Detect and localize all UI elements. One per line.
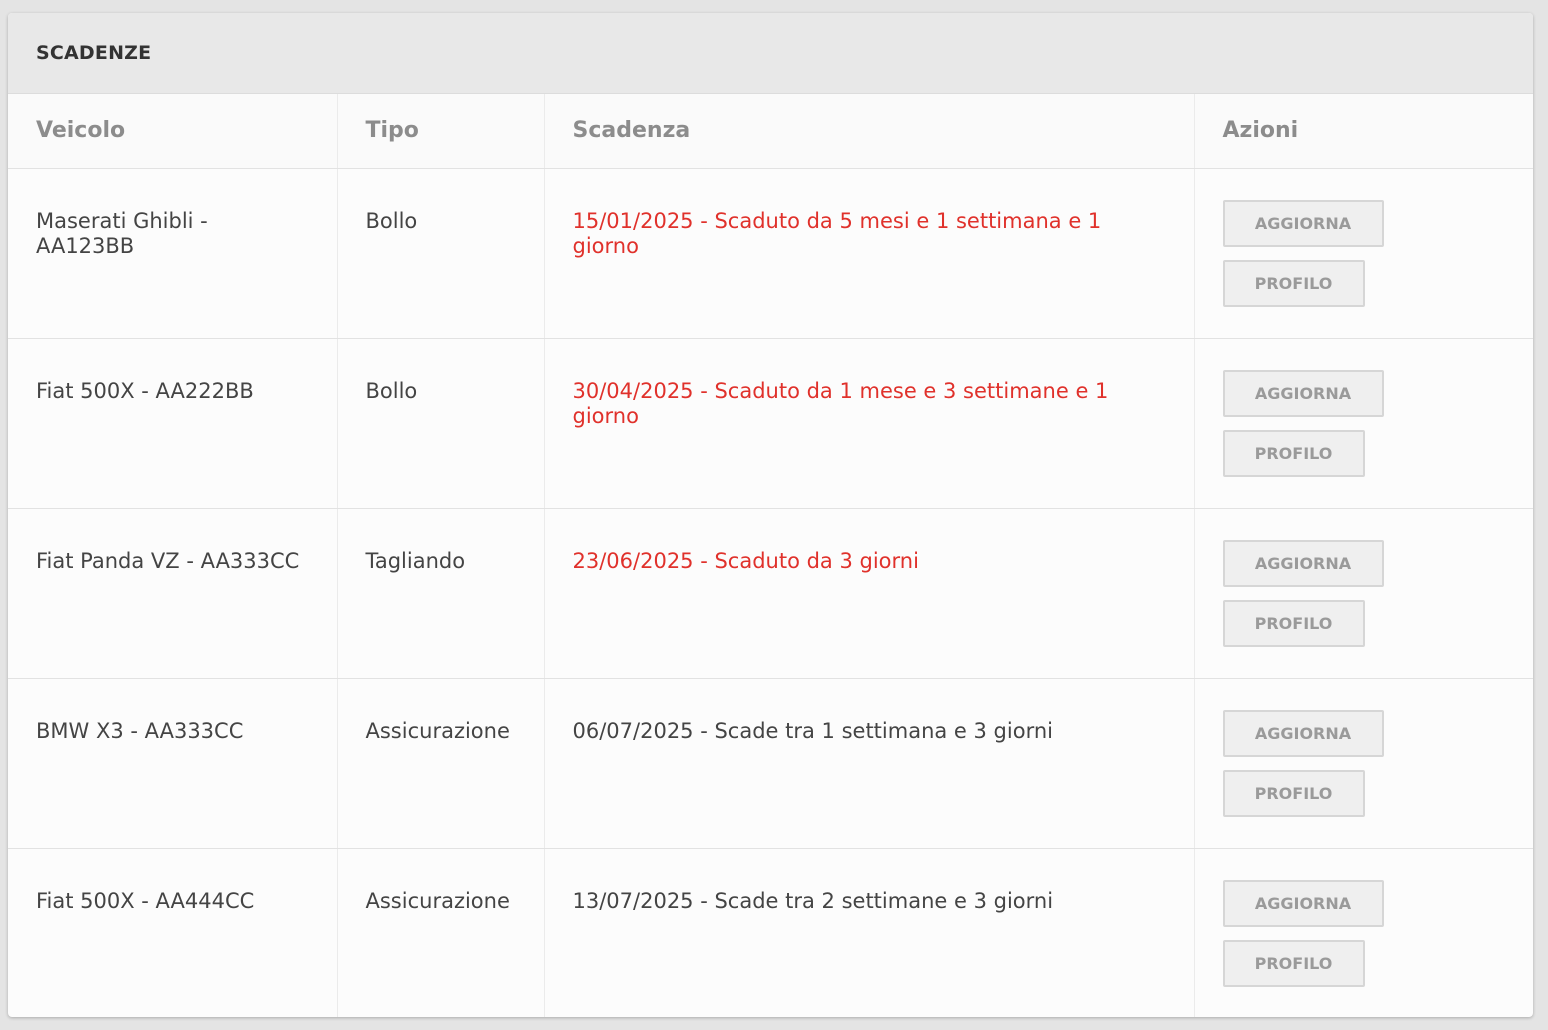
actions-cell: AGGIORNA PROFILO	[1194, 168, 1533, 339]
actions-cell: AGGIORNA PROFILO	[1194, 338, 1533, 509]
table-row: Fiat 500X - AA444CC Assicurazione 13/07/…	[8, 848, 1533, 1017]
vehicle-cell: Fiat 500X - AA444CC	[8, 848, 338, 1017]
update-button[interactable]: AGGIORNA	[1222, 369, 1384, 417]
update-button[interactable]: AGGIORNA	[1222, 879, 1384, 927]
vehicle-cell: Fiat Panda VZ - AA333CC	[8, 508, 338, 679]
profile-button[interactable]: PROFILO	[1222, 939, 1365, 987]
vehicle-cell: Maserati Ghibli - AA123BB	[8, 168, 338, 339]
panel-header: SCADENZE	[8, 13, 1533, 94]
profile-button[interactable]: PROFILO	[1222, 429, 1365, 477]
table-header-row: Veicolo Tipo Scadenza Azioni	[8, 94, 1533, 169]
table-row: BMW X3 - AA333CC Assicurazione 06/07/202…	[8, 678, 1533, 849]
type-cell: Bollo	[337, 168, 545, 339]
deadline-cell: 06/07/2025 - Scade tra 1 settimana e 3 g…	[544, 678, 1195, 849]
type-cell: Tagliando	[337, 508, 545, 679]
update-button[interactable]: AGGIORNA	[1222, 539, 1384, 587]
panel-title: SCADENZE	[36, 42, 152, 64]
deadline-cell: 30/04/2025 - Scaduto da 1 mese e 3 setti…	[544, 338, 1195, 509]
column-header-vehicle: Veicolo	[8, 94, 338, 169]
actions-cell: AGGIORNA PROFILO	[1194, 848, 1533, 1017]
actions-cell: AGGIORNA PROFILO	[1194, 508, 1533, 679]
deadline-cell: 13/07/2025 - Scade tra 2 settimane e 3 g…	[544, 848, 1195, 1017]
type-cell: Assicurazione	[337, 678, 545, 849]
update-button[interactable]: AGGIORNA	[1222, 709, 1384, 757]
vehicle-cell: Fiat 500X - AA222BB	[8, 338, 338, 509]
profile-button[interactable]: PROFILO	[1222, 259, 1365, 307]
profile-button[interactable]: PROFILO	[1222, 599, 1365, 647]
type-cell: Assicurazione	[337, 848, 545, 1017]
profile-button[interactable]: PROFILO	[1222, 769, 1365, 817]
table-row: Fiat Panda VZ - AA333CC Tagliando 23/06/…	[8, 508, 1533, 679]
column-header-actions: Azioni	[1194, 94, 1533, 169]
deadline-cell: 23/06/2025 - Scaduto da 3 giorni	[544, 508, 1195, 679]
vehicle-cell: BMW X3 - AA333CC	[8, 678, 338, 849]
table-row: Fiat 500X - AA222BB Bollo 30/04/2025 - S…	[8, 338, 1533, 509]
column-header-type: Tipo	[337, 94, 545, 169]
update-button[interactable]: AGGIORNA	[1222, 199, 1384, 247]
deadlines-panel: SCADENZE Veicolo Tipo Scadenza Azioni Ma…	[8, 13, 1533, 1017]
type-cell: Bollo	[337, 338, 545, 509]
deadline-cell: 15/01/2025 - Scaduto da 5 mesi e 1 setti…	[544, 168, 1195, 339]
column-header-deadline: Scadenza	[544, 94, 1195, 169]
actions-cell: AGGIORNA PROFILO	[1194, 678, 1533, 849]
table-row: Maserati Ghibli - AA123BB Bollo 15/01/20…	[8, 168, 1533, 339]
deadlines-table: Veicolo Tipo Scadenza Azioni Maserati Gh…	[8, 94, 1533, 1017]
